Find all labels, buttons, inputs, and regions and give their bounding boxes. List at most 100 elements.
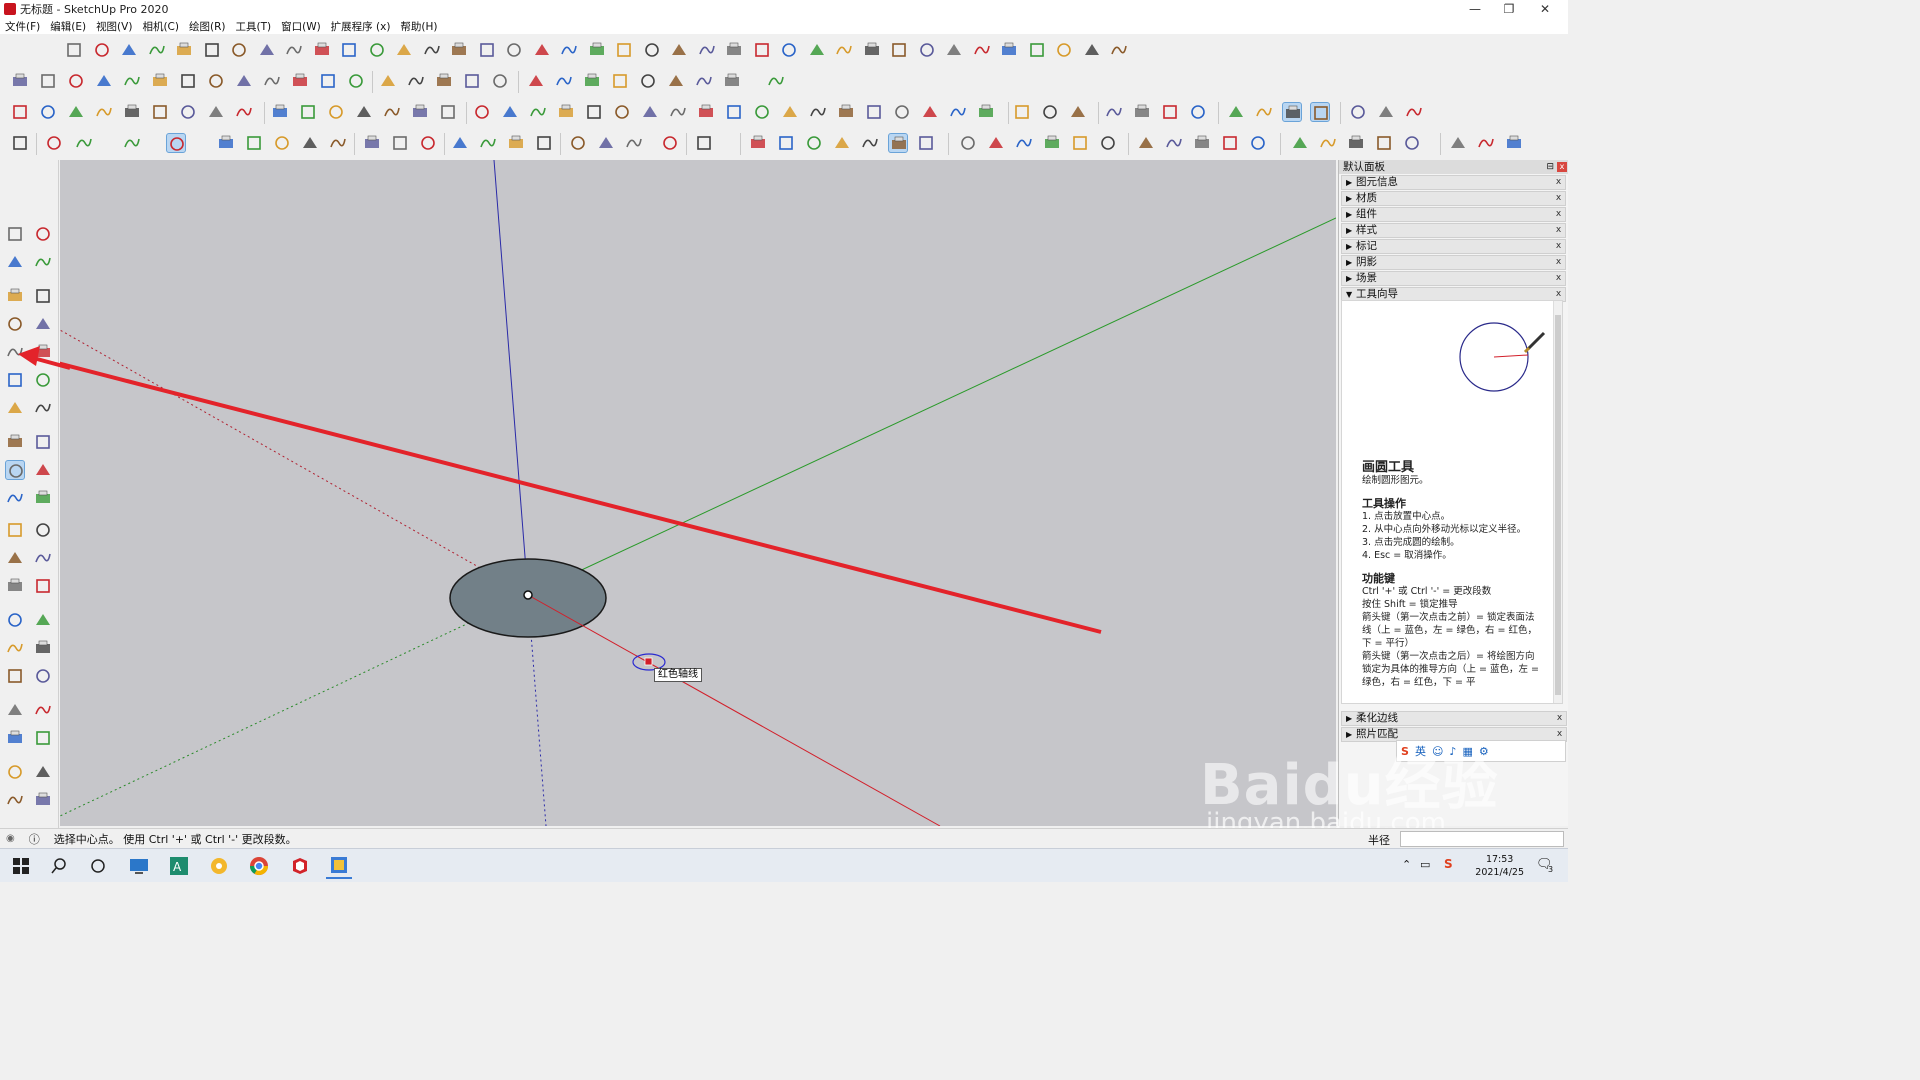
orbit-icon[interactable]	[5, 610, 25, 630]
camera-tool-icon[interactable]	[150, 102, 170, 122]
system-clock[interactable]: 17:53 2021/4/25	[1475, 853, 1524, 879]
style-tool-icon[interactable]	[832, 133, 852, 153]
toolbar-tool-icon[interactable]	[807, 40, 827, 60]
toolbar-tool-icon[interactable]	[504, 40, 524, 60]
shape-tool-icon[interactable]	[406, 71, 426, 91]
tray-header[interactable]: ▶ 柔化边线 x	[1341, 711, 1567, 726]
tray-header[interactable]: ▶ 组件 x	[1341, 207, 1566, 222]
pan-icon[interactable]	[33, 610, 53, 630]
draw-tool-icon[interactable]	[234, 71, 254, 91]
camera-tool-icon[interactable]	[234, 102, 254, 122]
toolbar-tool-icon[interactable]	[862, 40, 882, 60]
toolbar-tool-icon[interactable]	[917, 40, 937, 60]
sandbox-tool-icon[interactable]	[1402, 133, 1422, 153]
section-tool-icon[interactable]	[1310, 102, 1330, 122]
zoom-window-icon[interactable]	[33, 638, 53, 658]
info-icon[interactable]: ⓘ	[29, 831, 40, 847]
toolbar-tool-icon[interactable]	[229, 40, 249, 60]
plugin-tool-icon[interactable]	[948, 102, 968, 122]
toolbar-tool-icon[interactable]	[944, 40, 964, 60]
modify-tool-icon[interactable]	[300, 133, 320, 153]
plugin-tool-icon[interactable]	[696, 102, 716, 122]
solid-tools-icon[interactable]	[1192, 133, 1212, 153]
solid-tool-icon[interactable]	[554, 71, 574, 91]
menu-help[interactable]: 帮助(H)	[395, 19, 442, 34]
scene-canvas[interactable]	[60, 160, 1336, 826]
draw-tool-icon[interactable]	[262, 71, 282, 91]
geo-location-icon[interactable]: ◉	[6, 833, 15, 844]
toolbar-tool-icon[interactable]	[559, 40, 579, 60]
layer-tool-icon[interactable]	[1132, 102, 1152, 122]
views-house-icon[interactable]	[1042, 133, 1062, 153]
misc-tool-icon[interactable]	[1404, 102, 1424, 122]
draw-tool-icon[interactable]	[290, 71, 310, 91]
zoom-extents-icon[interactable]	[5, 666, 25, 686]
orbit-tool-icon[interactable]	[450, 133, 470, 153]
text-icon[interactable]	[33, 548, 53, 568]
warehouse-icon[interactable]	[568, 133, 588, 153]
move-icon[interactable]	[5, 432, 25, 452]
toolbar-tool-icon[interactable]	[92, 40, 112, 60]
toolbar-tool-icon[interactable]	[312, 40, 332, 60]
pencil-line-icon[interactable]	[74, 133, 94, 153]
tray-network-icon[interactable]: ▭	[1420, 858, 1430, 871]
orbit-tool-icon[interactable]	[478, 133, 498, 153]
protractor-icon[interactable]	[5, 548, 25, 568]
views-house-icon[interactable]	[1070, 133, 1090, 153]
line-icon[interactable]	[5, 286, 25, 306]
style-tool-icon[interactable]	[888, 133, 908, 153]
plugin-tool-icon[interactable]	[892, 102, 912, 122]
tray-header[interactable]: ▶ 阴影 x	[1341, 255, 1566, 270]
menu-view[interactable]: 视图(V)	[91, 19, 137, 34]
toolbar-tool-icon[interactable]	[339, 40, 359, 60]
sandbox-tool-icon[interactable]	[1346, 133, 1366, 153]
section-plane-icon[interactable]	[33, 728, 53, 748]
menu-camera[interactable]: 相机(C)	[137, 19, 184, 34]
plugin-tool-icon[interactable]	[640, 102, 660, 122]
draw-tool-icon[interactable]	[346, 71, 366, 91]
extension-icon[interactable]	[1068, 102, 1088, 122]
plugin-tool-icon[interactable]	[808, 102, 828, 122]
tray-close-icon[interactable]: x	[1554, 225, 1563, 236]
view-tool-icon[interactable]	[298, 102, 318, 122]
toolbar-tool-icon[interactable]	[587, 40, 607, 60]
tray-close-icon[interactable]: x	[1554, 241, 1563, 252]
section-tool-icon[interactable]	[1254, 102, 1274, 122]
camera-tool-icon[interactable]	[66, 102, 86, 122]
walk-icon[interactable]	[5, 728, 25, 748]
tape-measure-icon[interactable]	[390, 133, 410, 153]
style-tool-icon[interactable]	[804, 133, 824, 153]
pin-icon[interactable]: ⊟	[1546, 160, 1554, 174]
followme-icon[interactable]	[33, 460, 53, 480]
toolbar-tool-icon[interactable]	[174, 40, 194, 60]
toolbar-tool-icon[interactable]	[752, 40, 772, 60]
arc-tool-icon[interactable]	[122, 133, 142, 153]
cortana-icon[interactable]	[85, 853, 111, 879]
panel-close-icon[interactable]: x	[1557, 162, 1567, 172]
plugin-tool-icon[interactable]	[612, 102, 632, 122]
pie-icon[interactable]	[33, 398, 53, 418]
plugin-tool-icon[interactable]	[864, 102, 884, 122]
ruby-extension-icon[interactable]	[660, 133, 680, 153]
modify-tool-icon[interactable]	[272, 133, 292, 153]
modify-tool-icon[interactable]	[216, 133, 236, 153]
extension-warehouse-icon[interactable]	[33, 762, 53, 782]
tray-close-icon[interactable]: x	[1554, 273, 1563, 284]
draw-tool-icon[interactable]	[206, 71, 226, 91]
menu-draw[interactable]: 绘图(R)	[184, 19, 231, 34]
select-arrow-icon[interactable]	[10, 133, 30, 153]
arc-3pt-icon[interactable]	[5, 398, 25, 418]
view-tool-icon[interactable]	[326, 102, 346, 122]
freehand-icon[interactable]	[33, 286, 53, 306]
menu-tools[interactable]: 工具(T)	[230, 19, 276, 34]
sandbox-tool-icon[interactable]	[1290, 133, 1310, 153]
sketchup-taskbar-icon[interactable]	[287, 853, 313, 879]
modeling-viewport[interactable]: 红色轴线	[60, 160, 1336, 826]
solid-tools-icon[interactable]	[1220, 133, 1240, 153]
toolbar-tool-icon[interactable]	[972, 40, 992, 60]
tray-close-icon[interactable]: x	[1555, 713, 1564, 724]
plugin-tool-icon[interactable]	[472, 102, 492, 122]
plugin-tool-icon[interactable]	[780, 102, 800, 122]
misc-tool-icon[interactable]	[1376, 102, 1396, 122]
tree-plugin-icon[interactable]	[766, 71, 786, 91]
